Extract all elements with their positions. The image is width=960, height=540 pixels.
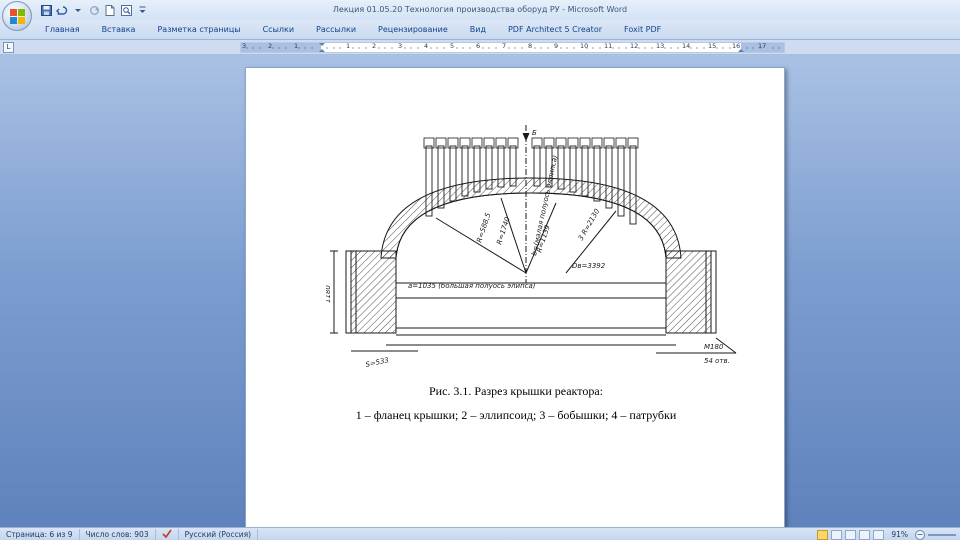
reactor-cover-drawing: Б R=588,5 R=1740 R=1139 3 R=2130 Dв=3392… bbox=[326, 125, 737, 369]
ruler-number: 14 bbox=[682, 42, 691, 50]
radius-label: R=1740 bbox=[495, 215, 512, 245]
ruler-ticks bbox=[246, 43, 780, 52]
ruler-number: 17 bbox=[758, 42, 767, 50]
tab-view[interactable]: Вид bbox=[470, 25, 486, 34]
radius-label: 3 R=2130 bbox=[577, 207, 602, 242]
tab-foxit-pdf[interactable]: Foxit PDF bbox=[624, 25, 661, 34]
tab-page-layout[interactable]: Разметка страницы bbox=[157, 25, 240, 34]
ruler-number: 6 bbox=[476, 42, 481, 50]
ruler-number: 11 bbox=[604, 42, 613, 50]
horizontal-ruler[interactable]: 3 2 1 1 2 3 4 5 6 7 8 9 10 11 12 13 14 1… bbox=[240, 42, 785, 53]
ruler-number: 2 bbox=[268, 42, 273, 50]
window-title: Лекция 01.05.20 Технология производства … bbox=[332, 5, 628, 14]
status-bar-right: 91% − bbox=[817, 528, 960, 540]
height-dimension: 1180 bbox=[326, 285, 332, 303]
first-line-indent-marker bbox=[319, 43, 325, 46]
tab-selector-button[interactable]: L bbox=[3, 42, 14, 53]
page-count-status[interactable]: Страница: 6 из 9 bbox=[0, 528, 80, 540]
word-count-status[interactable]: Число слов: 903 bbox=[80, 528, 156, 540]
outline-view-button[interactable] bbox=[859, 529, 871, 540]
print-layout-view-button[interactable] bbox=[817, 529, 829, 540]
document-page[interactable]: Б R=588,5 R=1740 R=1139 3 R=2130 Dв=3392… bbox=[245, 67, 785, 537]
zoom-slider[interactable] bbox=[928, 530, 956, 540]
ruler-number: 1 bbox=[346, 42, 351, 50]
ribbon-tabs: Главная Вставка Разметка страницы Ссылки… bbox=[0, 20, 960, 40]
zoom-level[interactable]: 91% bbox=[891, 530, 908, 539]
bolt-count-label: 54 отв. bbox=[704, 357, 730, 365]
tab-references[interactable]: Ссылки bbox=[263, 25, 294, 34]
figure-caption-legend: 1 – фланец крышки; 2 – эллипсоид; 3 – бо… bbox=[355, 408, 677, 422]
full-screen-reading-view-button[interactable] bbox=[831, 529, 843, 540]
status-bar: Страница: 6 из 9 Число слов: 903 Русский… bbox=[0, 527, 960, 540]
ruler-number: 2 bbox=[372, 42, 377, 50]
hanging-indent-marker bbox=[319, 49, 325, 52]
bolt-size-label: М180 bbox=[704, 343, 724, 351]
ruler-number: 4 bbox=[424, 42, 429, 50]
diameter-label: Dв=3392 bbox=[572, 262, 606, 270]
tab-insert[interactable]: Вставка bbox=[102, 25, 136, 34]
web-layout-view-button[interactable] bbox=[845, 529, 857, 540]
ruler-number: 1 bbox=[294, 42, 299, 50]
document-workspace: Б R=588,5 R=1740 R=1139 3 R=2130 Dв=3392… bbox=[0, 55, 960, 537]
ruler-number: 3 bbox=[242, 42, 247, 50]
radius-label: R=588,5 bbox=[475, 211, 492, 243]
tab-pdf-architect[interactable]: PDF Architect 5 Creator bbox=[508, 25, 602, 34]
ruler-number: 12 bbox=[630, 42, 639, 50]
ruler-number: 5 bbox=[450, 42, 455, 50]
tab-home[interactable]: Главная bbox=[45, 25, 80, 34]
ruler-number: 10 bbox=[580, 42, 589, 50]
draft-view-button[interactable] bbox=[873, 529, 885, 540]
proofing-icon[interactable] bbox=[156, 528, 179, 540]
ruler-number: 13 bbox=[656, 42, 665, 50]
ruler-number: 3 bbox=[398, 42, 403, 50]
figure-caption-title: Рис. 3.1. Разрез крышки реактора: bbox=[429, 384, 603, 398]
ruler-number: 15 bbox=[708, 42, 717, 50]
ruler-row: L 3 2 1 1 2 3 4 5 6 7 8 9 10 11 12 13 14… bbox=[0, 40, 960, 55]
flange-dimension: S=533 bbox=[365, 356, 390, 369]
ruler-number: 16 bbox=[732, 42, 741, 50]
zoom-out-button[interactable]: − bbox=[915, 529, 925, 540]
semi-axis-note: a=1035 (большая полуось элипса) bbox=[408, 282, 536, 290]
office-logo-icon bbox=[10, 9, 25, 24]
title-bar: Лекция 01.05.20 Технология производства … bbox=[0, 0, 960, 20]
ruler-number: 8 bbox=[528, 42, 533, 50]
office-button[interactable] bbox=[2, 1, 32, 31]
tab-review[interactable]: Рецензирование bbox=[378, 25, 448, 34]
ruler-number: 7 bbox=[502, 42, 507, 50]
tab-mailings[interactable]: Рассылки bbox=[316, 25, 356, 34]
language-status[interactable]: Русский (Россия) bbox=[179, 528, 259, 540]
ruler-number: 9 bbox=[554, 42, 559, 50]
view-arrow-label: Б bbox=[532, 129, 537, 137]
